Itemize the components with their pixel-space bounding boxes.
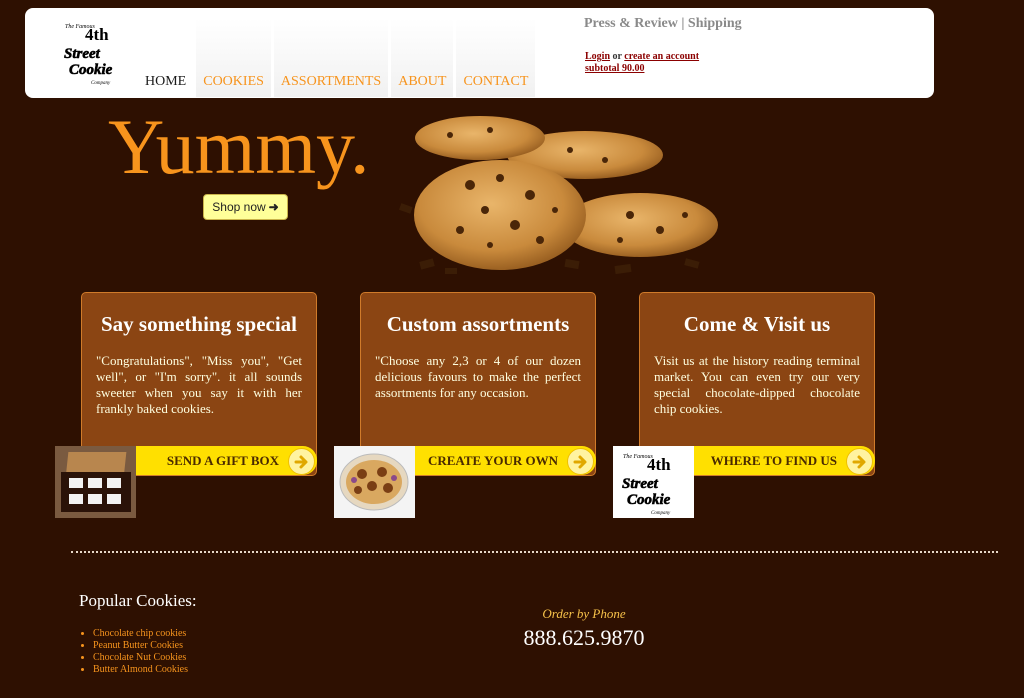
panel-text: "Choose any 2,3 or 4 of our dozen delici… — [375, 353, 581, 400]
shipping-link[interactable]: Shipping — [688, 16, 742, 31]
site-logo[interactable]: The Famous 4th Street Cookie Company — [61, 18, 127, 88]
nav-home[interactable]: HOME — [138, 18, 194, 97]
nav-assortments[interactable]: ASSORTMENTS — [273, 18, 389, 97]
shop-now-label: Shop now — [212, 200, 266, 214]
shop-now-button[interactable]: Shop now ➜ — [203, 194, 288, 220]
cookie-platter-thumbnail — [334, 446, 415, 518]
cookies-image — [390, 100, 730, 280]
send-gift-box-button[interactable]: SEND A GIFT BOX — [135, 446, 317, 475]
account-or-text: or — [612, 51, 622, 62]
top-links-separator: | — [681, 16, 685, 31]
panel-title: Custom assortments — [386, 312, 570, 336]
order-by-phone-label: Order by Phone — [542, 606, 626, 621]
hero-headline: Yummy. — [108, 103, 370, 190]
popular-cookie-link[interactable]: Peanut Butter Cookies — [93, 640, 188, 652]
site-header: The Famous 4th Street Cookie Company HOM… — [25, 8, 934, 98]
create-your-own-button[interactable]: CREATE YOUR OWN — [414, 446, 596, 475]
logo-thumbnail: The Famous 4th Street Cookie Company — [613, 446, 694, 518]
top-links: Press & Review | Shipping — [584, 16, 742, 32]
svg-text:4th: 4th — [85, 25, 109, 44]
svg-text:Street: Street — [64, 46, 101, 62]
panel-text: Visit us at the history reading terminal… — [654, 353, 860, 416]
popular-cookie-link[interactable]: Butter Almond Cookies — [93, 664, 188, 676]
svg-text:Street: Street — [622, 476, 659, 492]
nav-about[interactable]: ABOUT — [391, 18, 454, 97]
nav-cookies[interactable]: COOKIES — [196, 18, 271, 97]
svg-text:Company: Company — [651, 511, 671, 516]
arrow-circle-icon — [288, 448, 315, 475]
popular-cookie-link[interactable]: Chocolate chip cookies — [93, 628, 188, 640]
cart-subtotal[interactable]: subtotal 90.00 — [585, 63, 699, 75]
cta-label: WHERE TO FIND US — [710, 452, 837, 468]
svg-text:Cookie: Cookie — [69, 62, 113, 78]
footer-divider — [71, 551, 998, 553]
phone-number: 888.625.9870 — [523, 625, 645, 650]
arrow-right-icon: ➜ — [268, 200, 279, 214]
arrow-circle-icon — [567, 448, 594, 475]
cta-label: CREATE YOUR OWN — [427, 452, 558, 468]
svg-text:4th: 4th — [647, 455, 671, 474]
panel-title: Say something special — [100, 312, 297, 336]
popular-cookies-list: Chocolate chip cookies Peanut Butter Coo… — [79, 628, 188, 676]
popular-cookies-heading: Popular Cookies: — [79, 591, 197, 610]
popular-cookie-link[interactable]: Chocolate Nut Cookies — [93, 652, 188, 664]
svg-text:Cookie: Cookie — [627, 492, 671, 508]
login-link[interactable]: Login — [585, 51, 610, 62]
gift-box-thumbnail — [55, 446, 136, 518]
nav-contact[interactable]: CONTACT — [456, 18, 536, 97]
panel-text: "Congratulations", "Miss you", "Get well… — [96, 353, 302, 416]
svg-text:Company: Company — [91, 81, 111, 86]
account-box: Login or create an account subtotal 90.0… — [585, 51, 699, 75]
create-account-link[interactable]: create an account — [624, 51, 699, 62]
press-review-link[interactable]: Press & Review — [584, 16, 678, 31]
arrow-circle-icon — [846, 448, 873, 475]
cta-label: SEND A GIFT BOX — [166, 452, 279, 468]
main-nav: HOME COOKIES ASSORTMENTS ABOUT CONTACT — [138, 18, 538, 97]
panel-title: Come & Visit us — [683, 312, 831, 336]
where-to-find-us-button[interactable]: WHERE TO FIND US — [693, 446, 875, 475]
